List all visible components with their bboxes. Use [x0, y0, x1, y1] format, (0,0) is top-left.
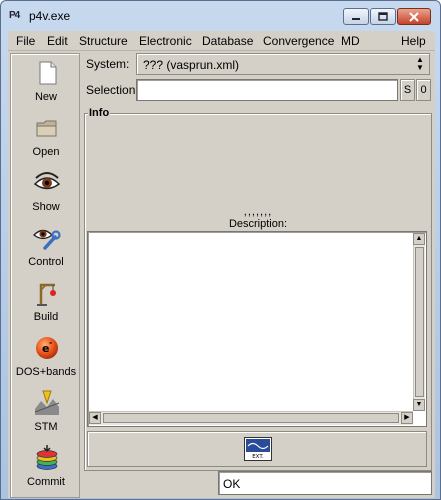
sidebar-item-label: Commit — [27, 476, 65, 488]
menu-edit[interactable]: Edit — [47, 34, 68, 48]
sidebar-item-new[interactable]: New — [11, 55, 81, 110]
status-text: OK — [223, 477, 241, 491]
tool-sidebar: New Open Show Control Build e - DOS+band… — [10, 53, 80, 498]
sidebar-item-stm[interactable]: STM — [11, 385, 81, 440]
scroll-left-icon[interactable]: ◀ — [89, 412, 101, 424]
database-stack-icon — [36, 445, 58, 470]
sidebar-item-dos-bands[interactable]: e - DOS+bands — [11, 330, 81, 385]
menu-electronic[interactable]: Electronic — [139, 34, 192, 48]
ext-panel: EXT. — [87, 431, 427, 467]
sidebar-item-label: DOS+bands — [15, 366, 77, 378]
document-icon — [39, 61, 57, 85]
electron-icon: e - — [36, 337, 58, 359]
app-window: P4 p4v.exe File Edit Structure Electroni… — [0, 0, 441, 500]
scroll-down-icon[interactable]: ▼ — [413, 399, 425, 411]
sidebar-item-commit[interactable]: Commit — [11, 440, 81, 495]
sidebar-item-control[interactable]: Control — [11, 220, 81, 275]
menu-structure[interactable]: Structure — [79, 34, 128, 48]
system-row: System: ??? (vasprun.xml) ▲ ▼ — [84, 53, 432, 75]
vertical-scrollbar[interactable]: ▲ ▼ — [413, 233, 425, 411]
minimize-icon — [352, 17, 360, 20]
sidebar-item-label: Control — [28, 256, 64, 268]
menu-database[interactable]: Database — [202, 34, 253, 48]
maximize-icon — [378, 12, 388, 21]
sidebar-item-open[interactable]: Open — [11, 110, 81, 165]
folder-icon — [36, 120, 57, 137]
status-bar: OK — [218, 471, 432, 495]
crane-icon — [37, 283, 56, 306]
window-title: p4v.exe — [29, 9, 71, 23]
menu-file[interactable]: File — [16, 34, 35, 48]
sidebar-item-label: Build — [33, 311, 59, 323]
stm-tip-icon — [34, 390, 60, 415]
vertical-scroll-thumb[interactable] — [415, 247, 424, 397]
eye-wrench-icon — [33, 229, 61, 250]
close-icon — [409, 11, 419, 22]
client-area: File Edit Structure Electronic Database … — [8, 31, 435, 498]
menu-bar: File Edit Structure Electronic Database … — [8, 31, 435, 51]
info-title: Info — [88, 107, 111, 119]
horizontal-scrollbar[interactable]: ◀ ▶ — [89, 411, 413, 425]
sidebar-item-show[interactable]: Show — [11, 165, 81, 220]
svg-text:-: - — [49, 338, 52, 347]
ext-label: EXT. — [252, 454, 264, 460]
scroll-up-icon[interactable]: ▲ — [413, 233, 425, 245]
selection-label: Selection: — [86, 83, 139, 97]
sidebar-item-label: Open — [32, 146, 60, 158]
menu-md[interactable]: MD — [341, 34, 360, 48]
menu-help[interactable]: Help — [401, 34, 426, 48]
system-select[interactable]: ??? (vasprun.xml) ▲ ▼ — [136, 53, 430, 75]
menu-convergence[interactable]: Convergence — [263, 34, 334, 48]
select-zero-button[interactable]: 0 — [416, 79, 431, 101]
info-panel: Info ,,,,,,, Description: ▲ ▼ ◀ ▶ EXT. — [84, 107, 432, 471]
maximize-button[interactable] — [370, 8, 396, 25]
sidebar-item-label: New — [34, 91, 57, 103]
description-label: Description: — [228, 218, 288, 230]
selection-input[interactable] — [136, 79, 398, 101]
system-value: ??? (vasprun.xml) — [143, 58, 240, 72]
select-s-button[interactable]: S — [400, 79, 415, 101]
info-dots: ,,,,,,, — [243, 206, 273, 218]
selection-row: Selection: S 0 — [84, 79, 432, 101]
system-label: System: — [86, 57, 130, 71]
title-bar[interactable]: P4 p4v.exe — [1, 1, 440, 31]
app-icon: P4 — [9, 10, 20, 21]
sidebar-item-build[interactable]: Build — [11, 275, 81, 330]
horizontal-scroll-thumb[interactable] — [103, 413, 399, 423]
close-button[interactable] — [397, 8, 431, 25]
sidebar-item-label: STM — [34, 421, 58, 433]
updown-arrows-icon: ▲ ▼ — [416, 55, 424, 72]
sidebar-item-label: Show — [32, 201, 60, 213]
ext-button[interactable]: EXT. — [244, 437, 272, 461]
minimize-button[interactable] — [343, 8, 369, 25]
scroll-right-icon[interactable]: ▶ — [401, 412, 413, 424]
eye-icon — [33, 172, 61, 190]
description-textarea[interactable]: ▲ ▼ ◀ ▶ — [87, 231, 427, 427]
